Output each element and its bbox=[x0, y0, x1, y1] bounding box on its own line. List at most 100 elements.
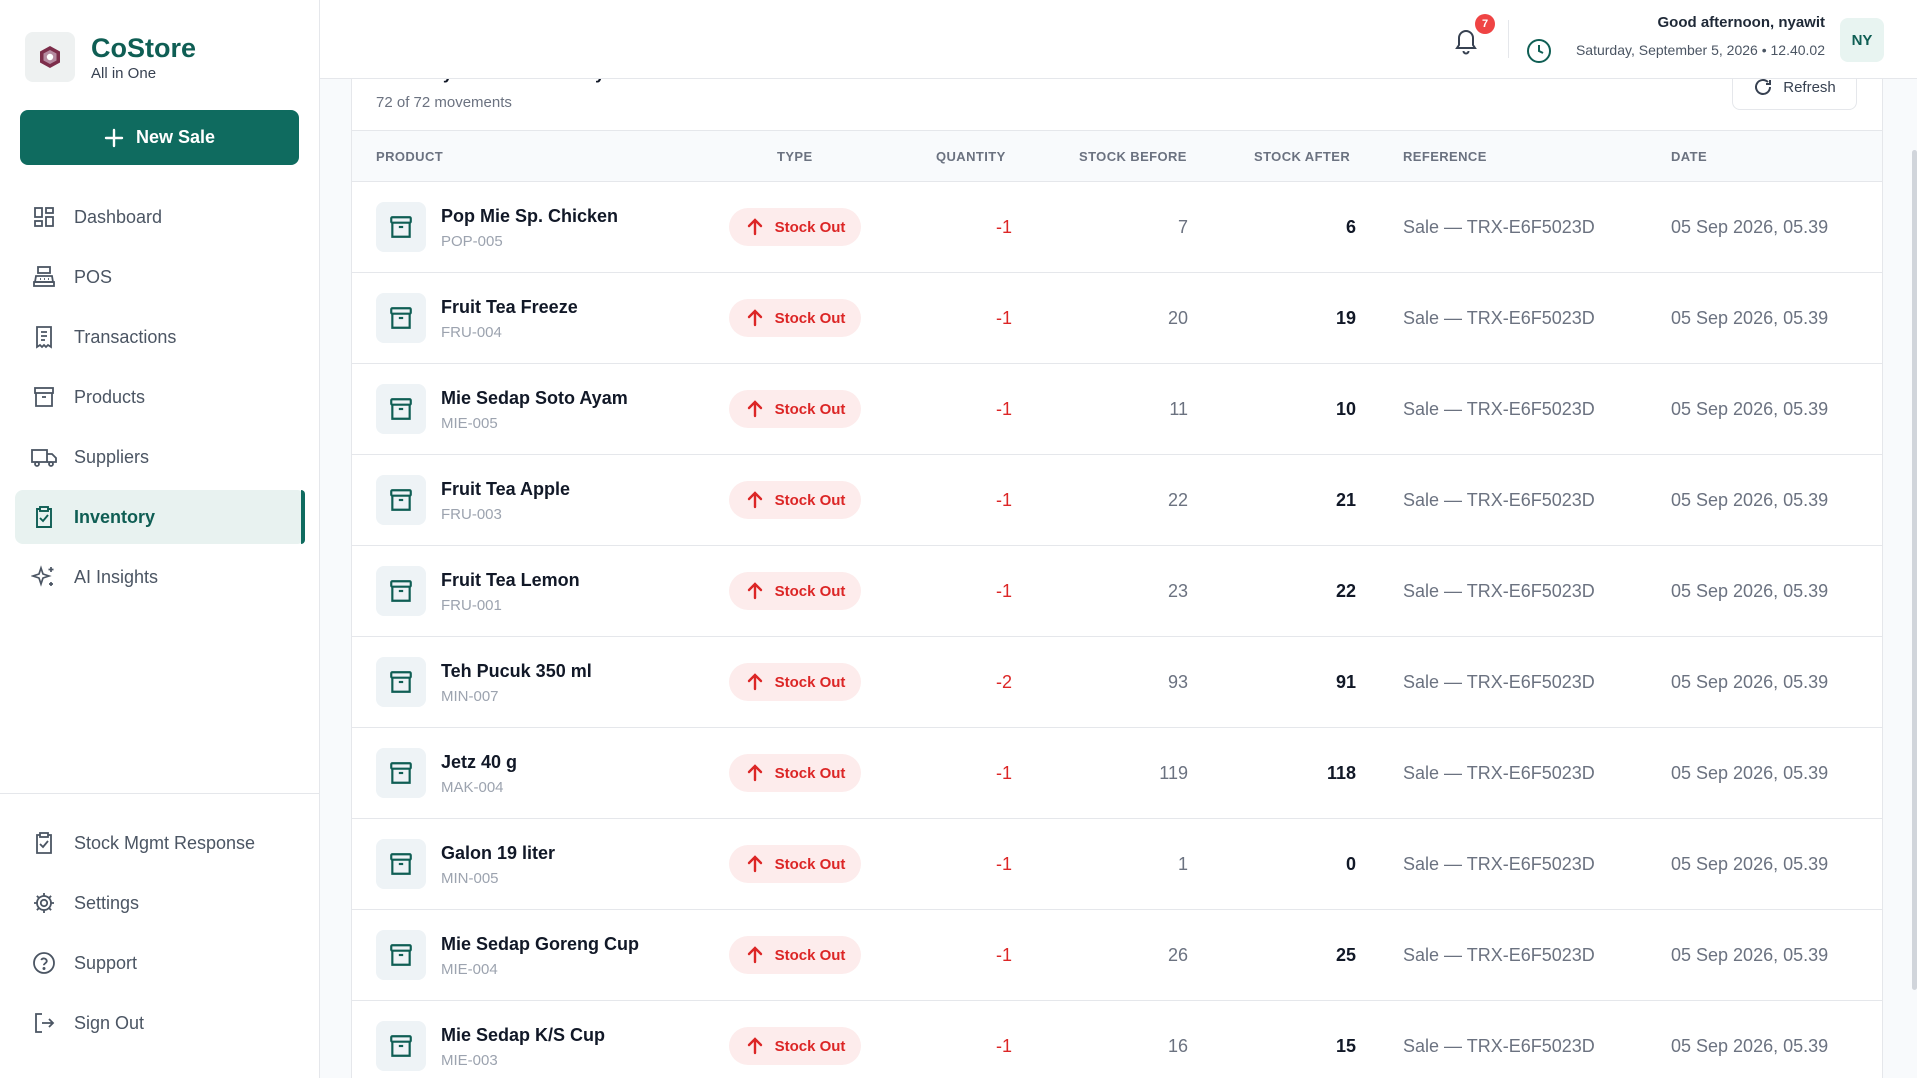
table-row[interactable]: Fruit Tea Apple FRU-003 Stock Out -1 22 … bbox=[352, 455, 1882, 546]
arrow-up-icon bbox=[745, 672, 765, 692]
clock-icon bbox=[1526, 38, 1552, 69]
arrow-up-icon bbox=[745, 308, 765, 328]
product-sku: MIE-004 bbox=[441, 961, 498, 978]
movement-type-label: Stock Out bbox=[774, 218, 846, 236]
stock-before-value: 119 bbox=[1159, 763, 1188, 783]
column-header-reference[interactable]: REFERENCE bbox=[1403, 149, 1487, 164]
column-header-date[interactable]: DATE bbox=[1671, 149, 1707, 164]
table-row[interactable]: Pop Mie Sp. Chicken POP-005 Stock Out -1… bbox=[352, 182, 1882, 273]
table-row[interactable]: Galon 19 liter MIN-005 Stock Out -1 1 0 … bbox=[352, 819, 1882, 910]
page-scrollbar[interactable] bbox=[1912, 150, 1917, 990]
stock-after-value: 15 bbox=[1335, 1036, 1356, 1056]
greeting-text: Good afternoon, nyawit bbox=[1657, 14, 1826, 31]
stock-after-value: 25 bbox=[1335, 945, 1356, 965]
table-row[interactable]: Fruit Tea Freeze FRU-004 Stock Out -1 20… bbox=[352, 273, 1882, 364]
movement-type-badge: Stock Out bbox=[729, 481, 861, 519]
brand[interactable]: CoStore All in One bbox=[25, 32, 196, 82]
movement-type-badge: Stock Out bbox=[729, 390, 861, 428]
gear-icon bbox=[30, 889, 58, 917]
sidebar-item-settings[interactable]: Settings bbox=[15, 876, 305, 930]
arrow-up-icon bbox=[745, 763, 765, 783]
sidebar-item-inventory[interactable]: Inventory bbox=[15, 490, 305, 544]
sidebar-item-ai-insights[interactable]: AI Insights bbox=[15, 550, 305, 604]
product-box-icon bbox=[376, 657, 426, 707]
product-name: Galon 19 liter bbox=[441, 843, 556, 863]
sidebar-bottom-nav: Stock Mgmt Response Settings Support Sig… bbox=[15, 816, 305, 1056]
brand-logo-icon bbox=[25, 32, 75, 82]
table-row[interactable]: Fruit Tea Lemon FRU-001 Stock Out -1 23 … bbox=[352, 546, 1882, 637]
arrow-up-icon bbox=[745, 399, 765, 419]
product-sku: FRU-003 bbox=[441, 506, 502, 523]
reference-value: Sale — TRX-E6F5023D bbox=[1403, 581, 1595, 601]
product-name: Mie Sedap K/S Cup bbox=[441, 1025, 606, 1045]
stock-after-value: 118 bbox=[1326, 763, 1356, 783]
help-circle-icon bbox=[30, 949, 58, 977]
refresh-label: Refresh bbox=[1783, 78, 1836, 96]
sidebar-item-transactions[interactable]: Transactions bbox=[15, 310, 305, 364]
product-name: Fruit Tea Freeze bbox=[441, 297, 578, 317]
product-box-icon bbox=[376, 839, 426, 889]
sidebar-item-pos[interactable]: POS bbox=[15, 250, 305, 304]
reference-value: Sale — TRX-E6F5023D bbox=[1403, 672, 1595, 692]
table-row[interactable]: Mie Sedap Goreng Cup MIE-004 Stock Out -… bbox=[352, 910, 1882, 1001]
product-name: Mie Sedap Soto Ayam bbox=[441, 388, 628, 408]
column-header-product[interactable]: PRODUCT bbox=[376, 149, 443, 164]
movement-type-label: Stock Out bbox=[774, 491, 846, 509]
product-sku: MIE-003 bbox=[441, 1052, 498, 1069]
arrow-up-icon bbox=[745, 1036, 765, 1056]
movement-type-badge: Stock Out bbox=[729, 754, 861, 792]
table-row[interactable]: Mie Sedap Soto Ayam MIE-005 Stock Out -1… bbox=[352, 364, 1882, 455]
archive-box-icon bbox=[30, 383, 58, 411]
product-sku: MIE-005 bbox=[441, 415, 498, 432]
arrow-up-icon bbox=[745, 854, 765, 874]
sidebar-item-label: Transactions bbox=[74, 326, 177, 347]
brand-name: CoStore bbox=[91, 32, 197, 63]
sign-out-icon bbox=[30, 1009, 58, 1037]
arrow-up-icon bbox=[745, 490, 765, 510]
date-value: 05 Sep 2026, 05.39 bbox=[1671, 217, 1829, 237]
product-box-icon bbox=[376, 930, 426, 980]
product-box-icon bbox=[376, 748, 426, 798]
date-value: 05 Sep 2026, 05.39 bbox=[1671, 854, 1829, 874]
column-header-stock-after[interactable]: STOCK AFTER bbox=[1254, 149, 1350, 164]
sidebar-item-label: POS bbox=[74, 266, 113, 287]
column-header-type[interactable]: TYPE bbox=[777, 149, 813, 164]
sidebar-item-suppliers[interactable]: Suppliers bbox=[15, 430, 305, 484]
sidebar-item-stock-mgmt-response[interactable]: Stock Mgmt Response bbox=[15, 816, 305, 870]
sidebar-item-support[interactable]: Support bbox=[15, 936, 305, 990]
date-value: 05 Sep 2026, 05.39 bbox=[1671, 581, 1829, 601]
avatar[interactable]: NY bbox=[1840, 18, 1884, 62]
reference-value: Sale — TRX-E6F5023D bbox=[1403, 854, 1595, 874]
date-value: 05 Sep 2026, 05.39 bbox=[1671, 763, 1829, 783]
quantity-value: -2 bbox=[995, 672, 1012, 692]
stock-before-value: 7 bbox=[1177, 217, 1188, 237]
sidebar-item-sign-out[interactable]: Sign Out bbox=[15, 996, 305, 1050]
column-header-quantity[interactable]: QUANTITY bbox=[936, 149, 1006, 164]
sidebar: CoStore All in One New Sale Dashboard PO… bbox=[0, 0, 320, 1078]
product-box-icon bbox=[376, 293, 426, 343]
sidebar-item-label: Suppliers bbox=[74, 446, 150, 467]
sidebar-nav: Dashboard POS Transactions Products Supp… bbox=[15, 190, 305, 610]
product-sku: FRU-001 bbox=[441, 597, 502, 614]
product-box-icon bbox=[376, 384, 426, 434]
datetime-text: Saturday, September 5, 2026 • 12.40.02 bbox=[1575, 42, 1825, 58]
reference-value: Sale — TRX-E6F5023D bbox=[1403, 490, 1595, 510]
table-row[interactable]: Teh Pucuk 350 ml MIN-007 Stock Out -2 93… bbox=[352, 637, 1882, 728]
movement-type-label: Stock Out bbox=[774, 400, 846, 418]
product-name: Jetz 40 g bbox=[441, 752, 518, 772]
movement-type-label: Stock Out bbox=[774, 855, 846, 873]
table-row[interactable]: Jetz 40 g MAK-004 Stock Out -1 119 118 S… bbox=[352, 728, 1882, 819]
new-sale-button[interactable]: New Sale bbox=[20, 110, 299, 165]
header-divider bbox=[1508, 20, 1509, 58]
sidebar-item-dashboard[interactable]: Dashboard bbox=[15, 190, 305, 244]
quantity-value: -1 bbox=[995, 399, 1012, 419]
movement-type-badge: Stock Out bbox=[729, 299, 861, 337]
pos-register-icon bbox=[30, 263, 58, 291]
sidebar-item-products[interactable]: Products bbox=[15, 370, 305, 424]
truck-icon bbox=[30, 443, 58, 471]
sidebar-divider bbox=[0, 793, 320, 794]
table-row[interactable]: Mie Sedap K/S Cup MIE-003 Stock Out -1 1… bbox=[352, 1001, 1882, 1078]
column-header-stock-before[interactable]: STOCK BEFORE bbox=[1079, 149, 1187, 164]
date-value: 05 Sep 2026, 05.39 bbox=[1671, 399, 1829, 419]
stock-before-value: 1 bbox=[1177, 854, 1188, 874]
